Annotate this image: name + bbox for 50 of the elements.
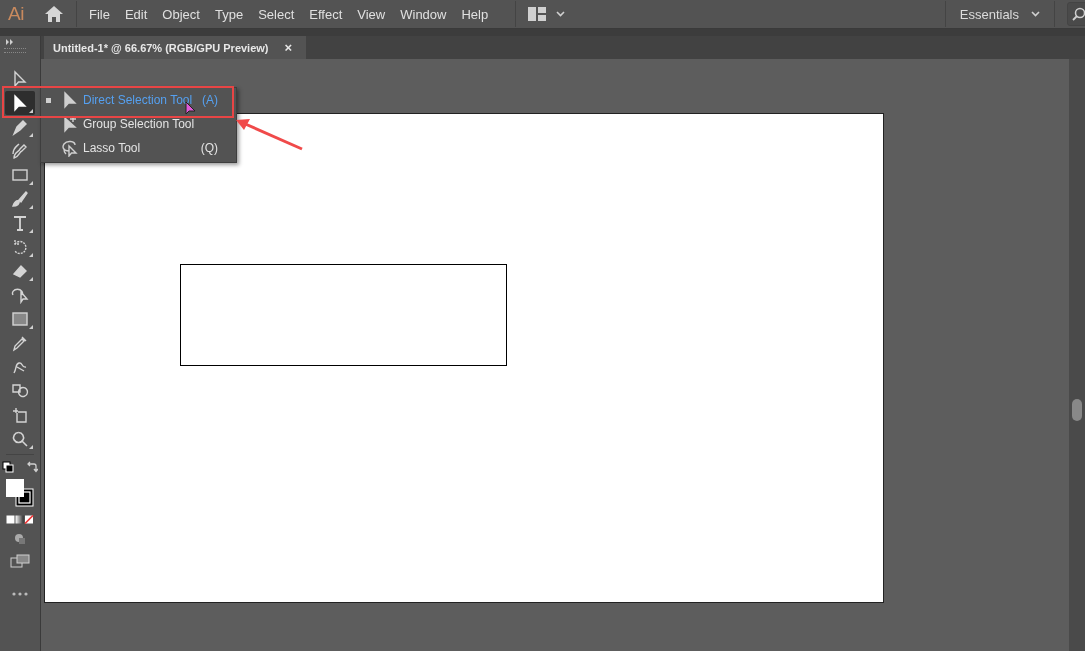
chevron-down-icon[interactable] <box>556 11 566 17</box>
scroll-thumb[interactable] <box>1072 399 1082 421</box>
more-icon[interactable] <box>12 592 28 596</box>
direct-selection-tool-icon <box>11 94 29 112</box>
document-tab[interactable]: Untitled-1* @ 66.67% (RGB/GPU Preview) × <box>44 36 306 59</box>
menu-item[interactable]: Object <box>162 6 200 22</box>
eraser-tool-icon <box>11 262 29 280</box>
default-colors-icon[interactable] <box>2 461 14 473</box>
menu-item[interactable]: Help <box>461 6 489 22</box>
group-selection-tool-icon <box>61 115 79 133</box>
blend-tool-icon <box>11 382 29 400</box>
swap-icon[interactable] <box>26 461 38 473</box>
close-button[interactable]: × <box>282 40 295 55</box>
menu-item[interactable]: View <box>357 6 386 22</box>
home-icon[interactable] <box>44 5 64 23</box>
menu-item[interactable]: Select <box>258 6 295 22</box>
direct-selection-tool-icon <box>61 91 79 109</box>
menu-item[interactable]: File <box>89 6 110 22</box>
menu-item[interactable]: Window <box>400 6 447 22</box>
menu-item[interactable]: Effect <box>309 6 343 22</box>
tab-title: Untitled-1* @ 66.67% (RGB/GPU Preview) <box>53 41 269 54</box>
tool-button[interactable] <box>5 91 35 115</box>
type-tool-icon <box>11 214 29 232</box>
fill-stroke-icon[interactable] <box>6 479 34 507</box>
scrollbar[interactable] <box>1069 59 1085 651</box>
color-mode-icon[interactable] <box>6 515 34 524</box>
screen-mode-icon[interactable] <box>10 554 30 568</box>
gradient-tool-icon <box>11 310 29 328</box>
selection-tool-icon <box>11 70 29 88</box>
pen-tool-icon <box>11 118 29 136</box>
layout-icon[interactable] <box>528 7 547 21</box>
rotate-tool-icon <box>11 238 29 256</box>
eyedropper-tool-icon <box>11 334 29 352</box>
zoom-tool-icon <box>11 430 29 448</box>
collapse-icon[interactable] <box>6 39 14 45</box>
paintbrush-tool-icon <box>11 190 29 208</box>
chevron-down-icon <box>1031 11 1040 17</box>
panel-grip[interactable] <box>4 48 26 53</box>
artboard-tool-icon <box>11 406 29 424</box>
lasso-tool-icon <box>61 139 79 157</box>
rectangle-tool-icon <box>11 166 29 184</box>
search-field[interactable] <box>1067 2 1085 26</box>
draw-mode-icon[interactable] <box>14 533 26 545</box>
workspace-switcher[interactable]: Essentials <box>957 6 1042 22</box>
flyout-item[interactable]: Lasso Tool (Q) <box>41 136 236 160</box>
menu-item[interactable]: Edit <box>124 6 148 22</box>
annotation-arrow <box>235 117 305 153</box>
shape-builder-tool-icon <box>11 286 29 304</box>
menu-item[interactable]: Type <box>214 6 244 22</box>
curvature-tool-icon <box>11 142 29 160</box>
